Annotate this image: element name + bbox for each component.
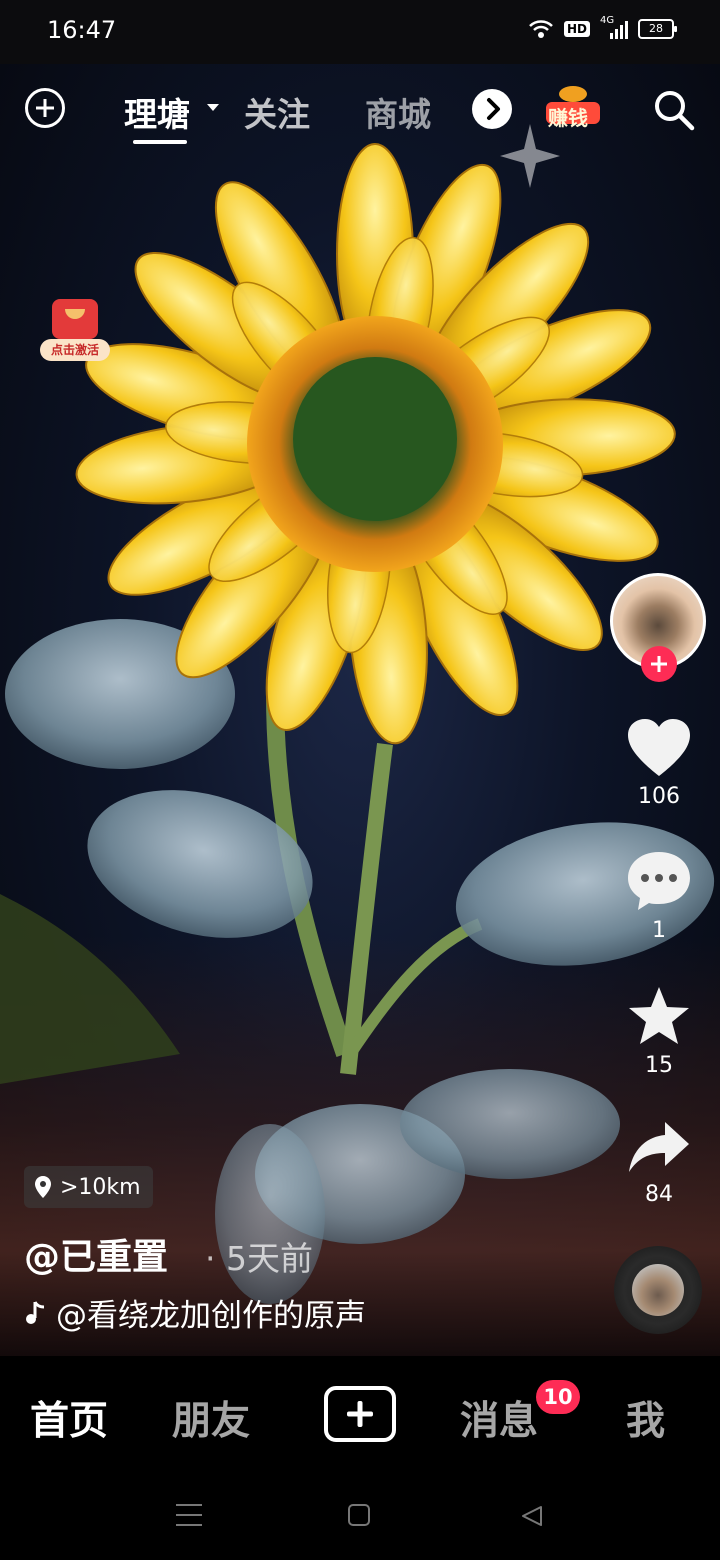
location-pin-icon	[35, 1176, 51, 1198]
author-name[interactable]: @已重置	[24, 1228, 168, 1280]
chevron-right-icon[interactable]	[472, 89, 512, 129]
favorite-count: 15	[645, 1053, 673, 1078]
nav-me[interactable]: 我	[626, 1390, 665, 1446]
nav-home[interactable]: 首页	[30, 1390, 108, 1446]
status-time: 16:47	[47, 16, 117, 44]
search-icon[interactable]	[652, 88, 696, 132]
share-button[interactable]: 84	[620, 1120, 698, 1207]
post-time: · 5天前	[205, 1239, 313, 1278]
favorite-button[interactable]: 15	[620, 985, 698, 1078]
status-icons: HD 4G 28	[528, 15, 677, 40]
tab-indicator	[133, 140, 187, 144]
flower-image	[0, 124, 715, 1304]
tab-following[interactable]: 关注	[244, 88, 310, 136]
nav-friends[interactable]: 朋友	[172, 1390, 250, 1446]
music-note-icon	[26, 1300, 45, 1324]
red-packet-icon	[52, 299, 98, 339]
wifi-icon	[529, 20, 553, 38]
battery-icon: 28	[638, 19, 677, 39]
signal-icon: 4G	[600, 15, 628, 39]
red-packet-promo[interactable]: 点击激活	[38, 295, 114, 367]
music-cover	[632, 1264, 684, 1316]
top-nav: 理塘 关注 商城 赚钱	[0, 72, 720, 146]
hd-indicator: HD	[563, 21, 590, 37]
menu-icon[interactable]	[176, 1504, 202, 1526]
back-triangle-icon[interactable]	[520, 1504, 544, 1528]
tab-local[interactable]: 理塘	[124, 88, 190, 136]
music-title: @看绕龙加创作的原声	[56, 1298, 366, 1334]
chevron-down-icon[interactable]	[207, 104, 219, 111]
share-count: 84	[645, 1182, 673, 1207]
add-icon[interactable]	[25, 88, 65, 128]
music-info[interactable]: @看绕龙加创作的原声	[24, 1290, 366, 1335]
status-bar: 16:47 HD 4G 28	[0, 0, 720, 64]
message-badge: 10	[536, 1380, 580, 1414]
red-packet-label: 点击激活	[40, 339, 110, 361]
system-nav	[0, 1476, 720, 1560]
comment-button[interactable]: 1	[620, 850, 698, 943]
earn-label: 赚钱	[548, 106, 588, 130]
music-disc[interactable]	[614, 1246, 702, 1334]
like-button[interactable]: 106	[620, 718, 698, 809]
app-screen: 16:47 HD 4G 28 理塘 关注 商城 赚钱 点击激活 106 1 15…	[0, 0, 720, 1560]
share-icon	[629, 1122, 689, 1172]
comment-count: 1	[652, 918, 666, 943]
location-distance: >10km	[60, 1174, 141, 1200]
home-square-icon[interactable]	[348, 1504, 370, 1526]
comment-icon	[628, 852, 690, 910]
follow-button[interactable]	[641, 646, 677, 682]
video-player[interactable]	[0, 64, 720, 1356]
location-tag[interactable]: >10km	[24, 1166, 153, 1208]
bottom-nav: 首页 朋友 消息 10 我	[0, 1356, 720, 1476]
tab-mall[interactable]: 商城	[365, 88, 431, 136]
star-icon	[629, 987, 689, 1044]
earn-money-icon[interactable]: 赚钱	[543, 80, 603, 140]
network-type: 4G	[600, 15, 615, 26]
nav-messages[interactable]: 消息	[460, 1390, 538, 1446]
create-button[interactable]	[324, 1386, 396, 1442]
heart-icon	[628, 719, 690, 776]
like-count: 106	[638, 784, 680, 809]
